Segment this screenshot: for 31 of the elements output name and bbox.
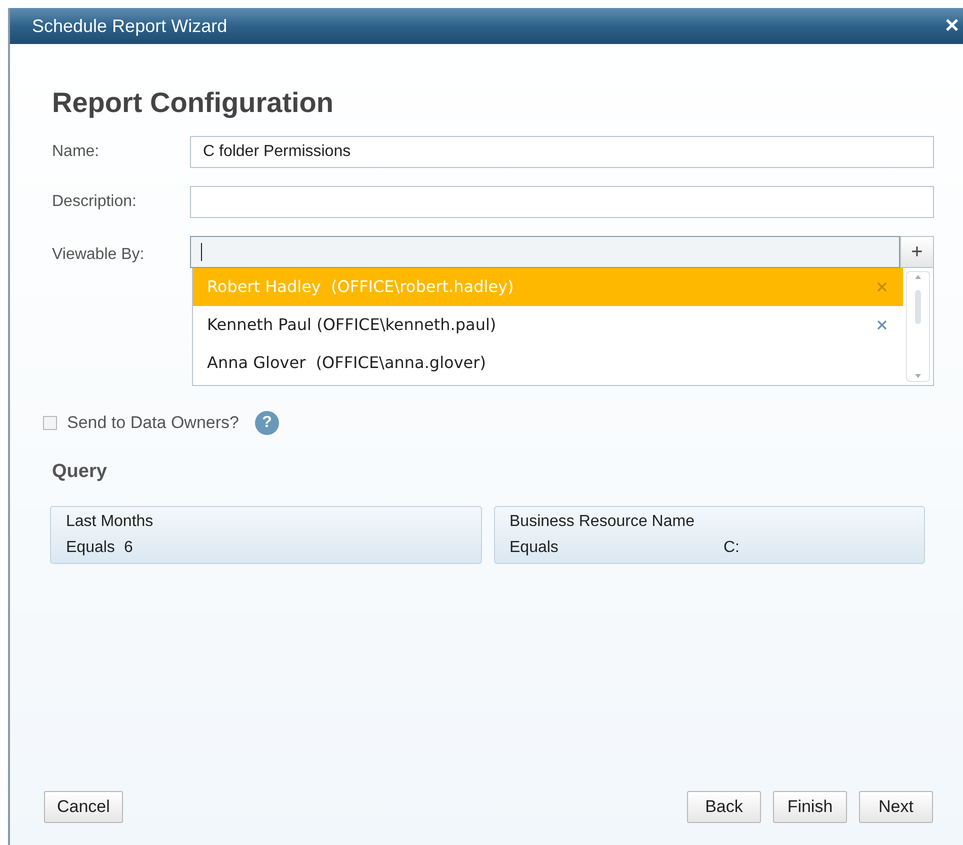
cancel-button[interactable]: Cancel xyxy=(44,791,123,823)
wizard-button[interactable]: Finish xyxy=(773,791,847,823)
up-arrow-icon[interactable] xyxy=(915,275,921,279)
search-field[interactable] xyxy=(190,236,900,268)
text-field[interactable]: C folder Permissions xyxy=(190,136,934,168)
query-value: C: xyxy=(724,538,740,558)
text-field[interactable] xyxy=(190,186,934,218)
query-field: Business Resource Name xyxy=(510,509,909,535)
close-button[interactable]: × xyxy=(944,14,959,38)
page-heading: Report Configuration xyxy=(52,86,335,120)
field-label: Description: xyxy=(52,192,138,212)
add-button[interactable]: + xyxy=(900,236,934,268)
checkbox-label: Send to Data Owners? xyxy=(67,412,239,434)
remove-icon[interactable] xyxy=(877,320,887,330)
query-card[interactable]: Last Months Equals 6 xyxy=(50,506,482,564)
down-arrow-icon[interactable] xyxy=(915,374,921,378)
query-operator: Equals xyxy=(66,538,116,558)
wizard-button[interactable]: Next xyxy=(859,791,933,823)
wizard-button[interactable]: Back xyxy=(687,791,761,823)
query-card[interactable]: Business Resource Name Equals C: xyxy=(494,506,925,564)
query-value: 6 xyxy=(124,538,133,558)
window-title: Schedule Report Wizard xyxy=(32,14,228,38)
scrollbar[interactable] xyxy=(906,271,930,382)
checkbox[interactable] xyxy=(43,416,57,430)
field-label: Viewable By: xyxy=(52,245,146,265)
query-operator: Equals xyxy=(510,538,560,558)
query-field: Last Months xyxy=(66,509,466,535)
section-heading: Query xyxy=(52,460,108,484)
field-label: Name: xyxy=(52,142,100,162)
remove-icon[interactable] xyxy=(877,282,887,292)
scroll-thumb[interactable] xyxy=(915,290,921,324)
